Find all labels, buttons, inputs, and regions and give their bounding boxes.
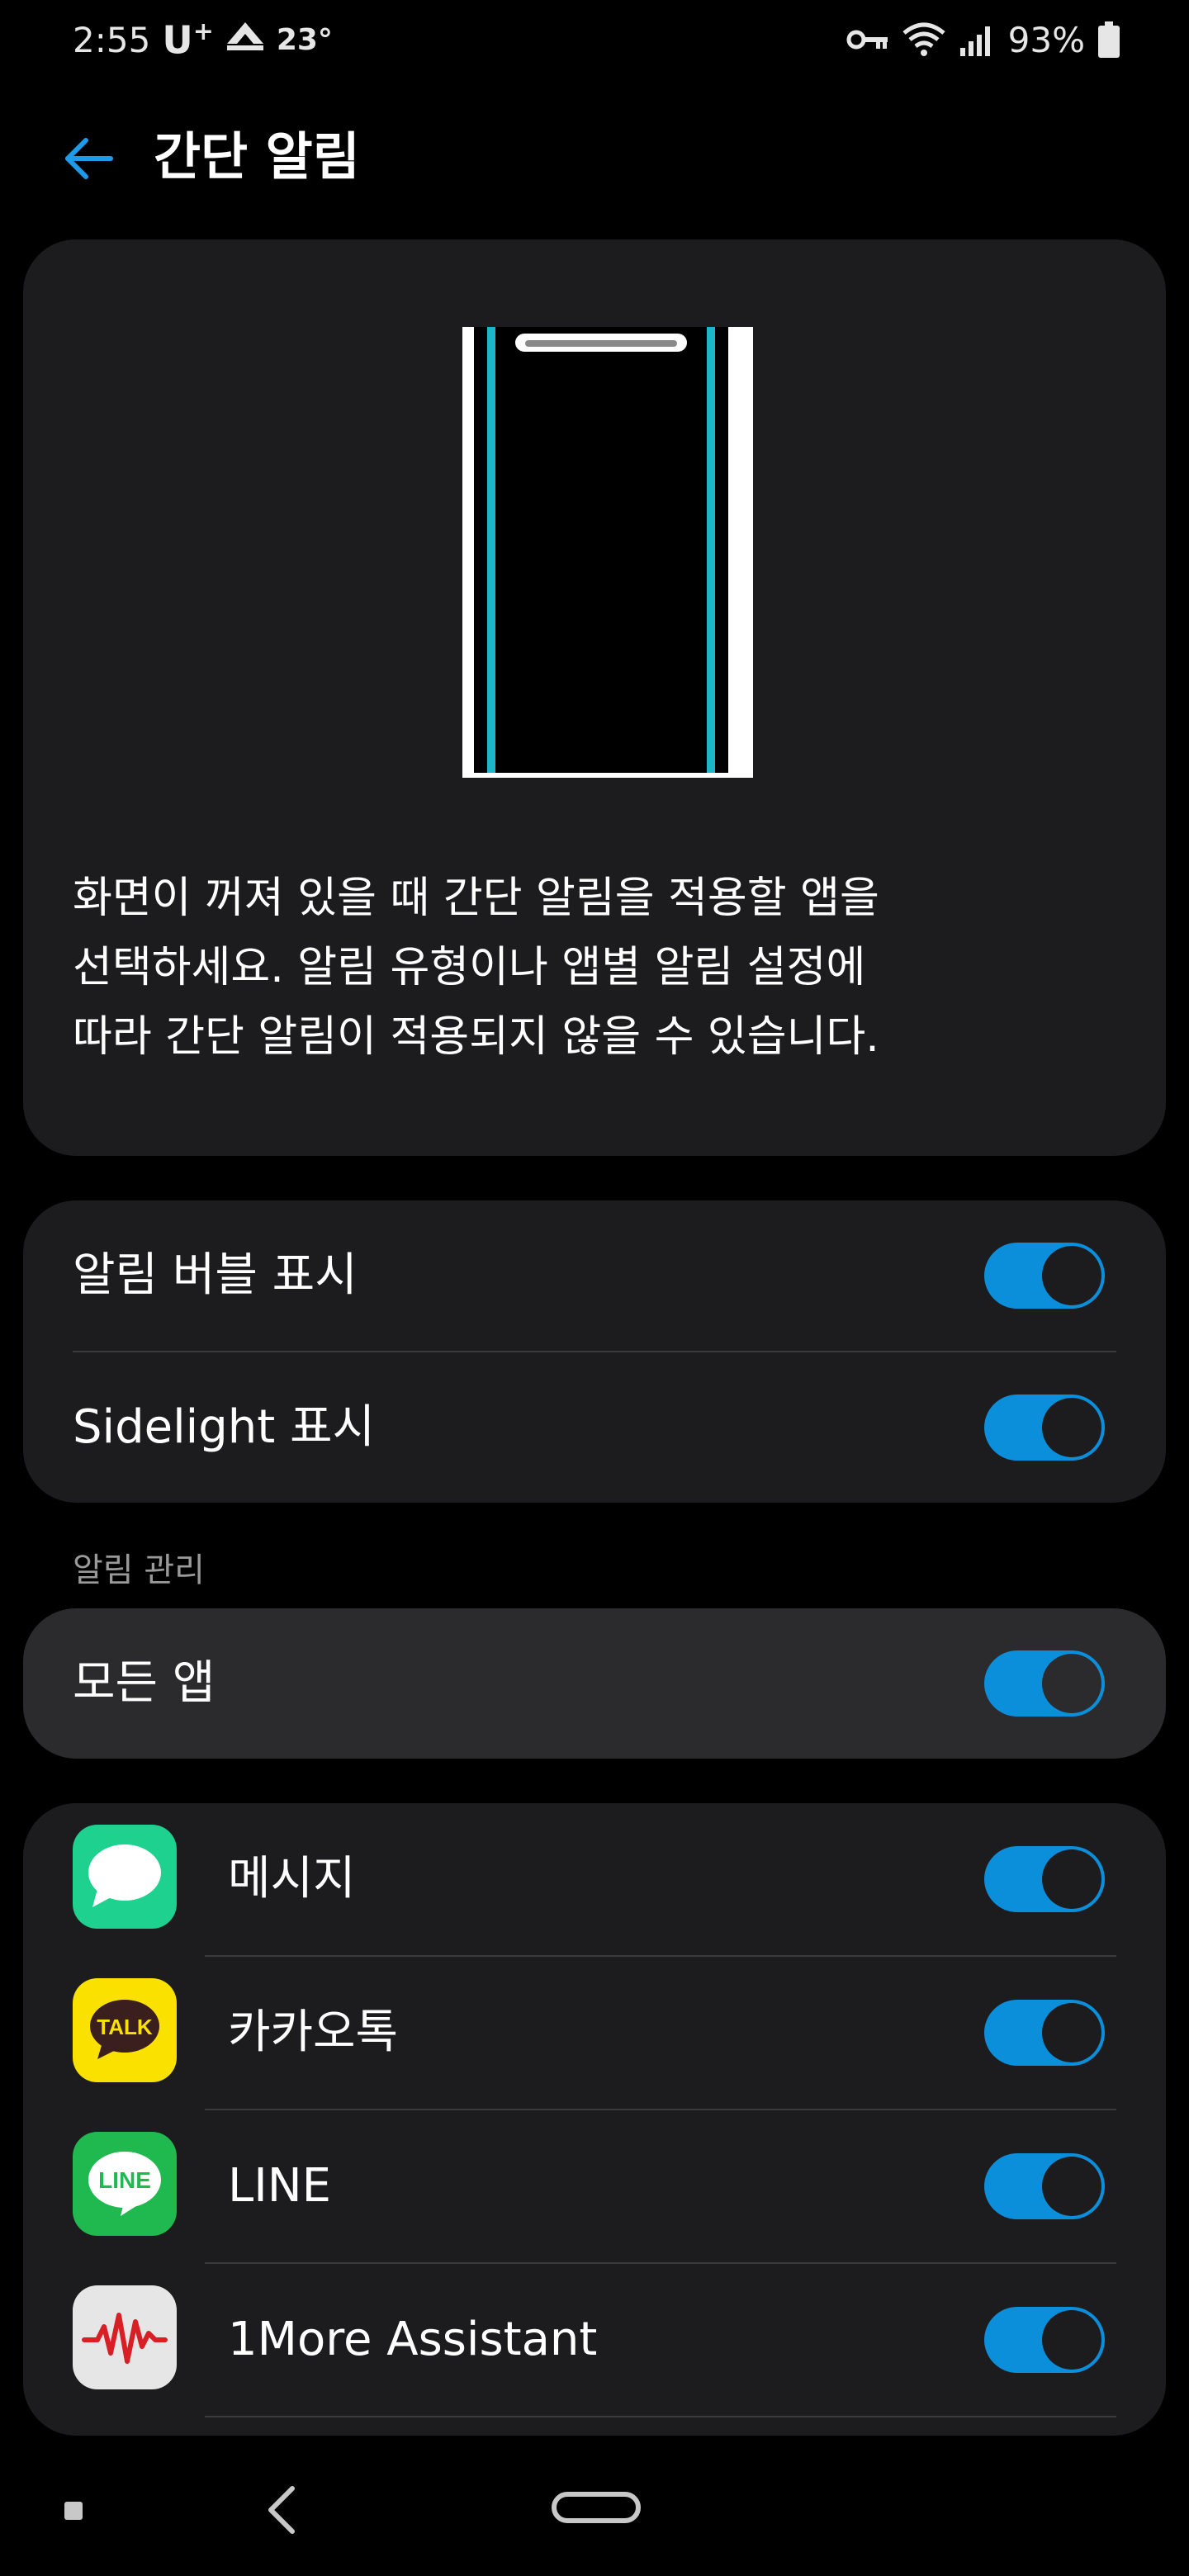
back-arrow-icon xyxy=(65,138,113,179)
nav-back-button[interactable] xyxy=(256,2479,306,2541)
switch-knob xyxy=(1042,2003,1101,2062)
back-button[interactable] xyxy=(54,125,121,192)
status-bar: 2:55 U+ 23° 93% xyxy=(0,0,1189,79)
recents-button[interactable] xyxy=(64,2502,83,2520)
display-options-card: 알림 버블 표시 Sidelight 표시 xyxy=(23,1200,1166,1503)
status-time: 2:55 xyxy=(73,19,151,60)
app-row-kakaotalk[interactable]: TALK 카카오톡 xyxy=(23,1957,1166,2109)
kakaotalk-icon: TALK xyxy=(73,1978,177,2082)
switch-knob xyxy=(1042,2310,1101,2370)
nav-back-icon xyxy=(268,2486,295,2534)
illustration-card: 화면이 꺼져 있을 때 간단 알림을 적용할 앱을 선택하세요. 알림 유형이나… xyxy=(23,239,1166,1156)
bubble-toggle-switch[interactable] xyxy=(984,1243,1105,1309)
carrier-label: U+ xyxy=(162,17,214,62)
app-bar: 간단 알림 xyxy=(0,107,1189,206)
temperature: 23° xyxy=(276,22,333,57)
switch-knob xyxy=(1042,1654,1101,1713)
section-title: 알림 관리 xyxy=(73,1551,205,1589)
edge-light-left xyxy=(487,327,495,773)
app-label: 1More Assistant xyxy=(228,2313,598,2366)
all-apps-switch[interactable] xyxy=(984,1650,1105,1717)
switch-knob xyxy=(1042,1398,1101,1457)
divider xyxy=(205,2416,1116,2417)
app-list-card: 메시지 TALK 카카오톡 LINE LINE 1More Assistant xyxy=(23,1803,1166,2436)
description-text: 화면이 꺼져 있을 때 간단 알림을 적용할 앱을 선택하세요. 알림 유형이나… xyxy=(73,874,879,1062)
line-icon-text: LINE xyxy=(98,2167,151,2193)
weather-icon xyxy=(225,19,265,60)
messages-icon xyxy=(73,1825,177,1929)
app-row-1more-assistant[interactable]: 1More Assistant xyxy=(23,2264,1166,2416)
status-right: 93% xyxy=(846,13,1120,66)
carrier-name: U xyxy=(162,17,193,63)
notification-pill xyxy=(515,334,687,352)
app-switch[interactable] xyxy=(984,2000,1105,2066)
switch-knob xyxy=(1042,2157,1101,2216)
app-switch[interactable] xyxy=(984,2307,1105,2373)
line-icon: LINE xyxy=(73,2132,177,2236)
page-title: 간단 알림 xyxy=(154,126,360,187)
navigation-bar xyxy=(0,2460,1189,2576)
switch-knob xyxy=(1042,1849,1101,1909)
phone-illustration xyxy=(462,327,753,778)
bubble-toggle-label: 알림 버블 표시 xyxy=(73,1248,358,1302)
app-row-line[interactable]: LINE LINE xyxy=(23,2110,1166,2262)
home-button[interactable] xyxy=(552,2492,641,2523)
app-label: 카카오톡 xyxy=(228,2005,399,2059)
app-switch[interactable] xyxy=(984,2153,1105,2219)
all-apps-row[interactable]: 모든 앱 xyxy=(23,1608,1166,1759)
battery-percent: 93% xyxy=(1007,19,1085,60)
battery-icon xyxy=(1098,21,1120,58)
phone-screen xyxy=(474,327,728,773)
all-apps-card: 모든 앱 xyxy=(23,1608,1166,1759)
status-left: 2:55 U+ 23° xyxy=(73,13,333,66)
signal-icon xyxy=(959,23,995,56)
app-row-messages[interactable]: 메시지 xyxy=(23,1803,1166,1955)
app-label: 메시지 xyxy=(228,1852,356,1906)
carrier-suffix: + xyxy=(192,17,214,46)
switch-knob xyxy=(1042,1246,1101,1305)
kakaotalk-icon-text: TALK xyxy=(97,2015,153,2039)
bubble-toggle-row[interactable]: 알림 버블 표시 xyxy=(23,1200,1166,1351)
all-apps-label: 모든 앱 xyxy=(73,1656,216,1710)
app-switch[interactable] xyxy=(984,1846,1105,1912)
app-label: LINE xyxy=(228,2159,331,2213)
sidelight-toggle-switch[interactable] xyxy=(984,1395,1105,1461)
edge-light-right xyxy=(707,327,715,773)
sidelight-toggle-row[interactable]: Sidelight 표시 xyxy=(23,1352,1166,1503)
wifi-icon xyxy=(902,21,945,58)
sidelight-toggle-label: Sidelight 표시 xyxy=(73,1400,376,1454)
vpn-key-icon xyxy=(846,27,889,52)
1more-assistant-icon xyxy=(73,2285,177,2389)
